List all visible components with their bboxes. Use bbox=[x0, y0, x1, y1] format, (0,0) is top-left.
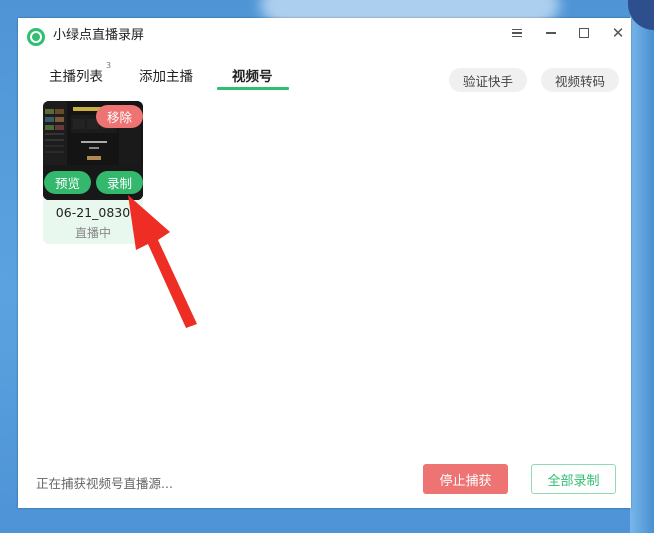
app-title: 小绿点直播录屏 bbox=[53, 28, 145, 43]
desktop-edge bbox=[630, 0, 654, 533]
record-all-button[interactable]: 全部录制 bbox=[531, 464, 616, 494]
video-transcode-button[interactable]: 视频转码 bbox=[541, 68, 619, 92]
menu-icon bbox=[512, 28, 522, 38]
capture-status-text: 正在捕获视频号直播源... bbox=[36, 476, 173, 491]
stream-status: 直播中 bbox=[74, 226, 111, 240]
stop-capture-button[interactable]: 停止捕获 bbox=[423, 464, 508, 494]
green-ring-icon bbox=[27, 28, 45, 46]
active-tab-indicator bbox=[217, 87, 289, 90]
menu-button[interactable] bbox=[502, 22, 532, 44]
minimize-icon bbox=[546, 32, 556, 34]
tab-streamer-list[interactable]: 主播列表 bbox=[49, 65, 103, 85]
tab-channels[interactable]: 视频号 bbox=[232, 65, 273, 85]
stream-card[interactable]: 移除 预览 录制 06-21_0830 直播中 bbox=[43, 101, 143, 244]
maximize-icon bbox=[579, 28, 589, 38]
stream-name: 06-21_0830 bbox=[55, 205, 131, 220]
preview-button[interactable]: 预览 bbox=[44, 171, 91, 194]
maximize-button[interactable] bbox=[569, 22, 599, 44]
close-button[interactable]: ✕ bbox=[603, 22, 633, 44]
close-icon: ✕ bbox=[611, 23, 625, 42]
app-window: 小绿点直播录屏 ✕ 主播列表 3 添加主播 视频号 验证快手 视频转码 移除 预… bbox=[18, 18, 631, 508]
stream-thumbnail[interactable]: 移除 预览 录制 bbox=[43, 101, 143, 200]
record-button[interactable]: 录制 bbox=[96, 171, 143, 194]
minimize-button[interactable] bbox=[536, 22, 566, 44]
verify-kuaishou-button[interactable]: 验证快手 bbox=[449, 68, 527, 92]
remove-button[interactable]: 移除 bbox=[96, 105, 143, 128]
tab-count-badge: 3 bbox=[106, 61, 112, 70]
tab-add-streamer[interactable]: 添加主播 bbox=[139, 65, 193, 85]
